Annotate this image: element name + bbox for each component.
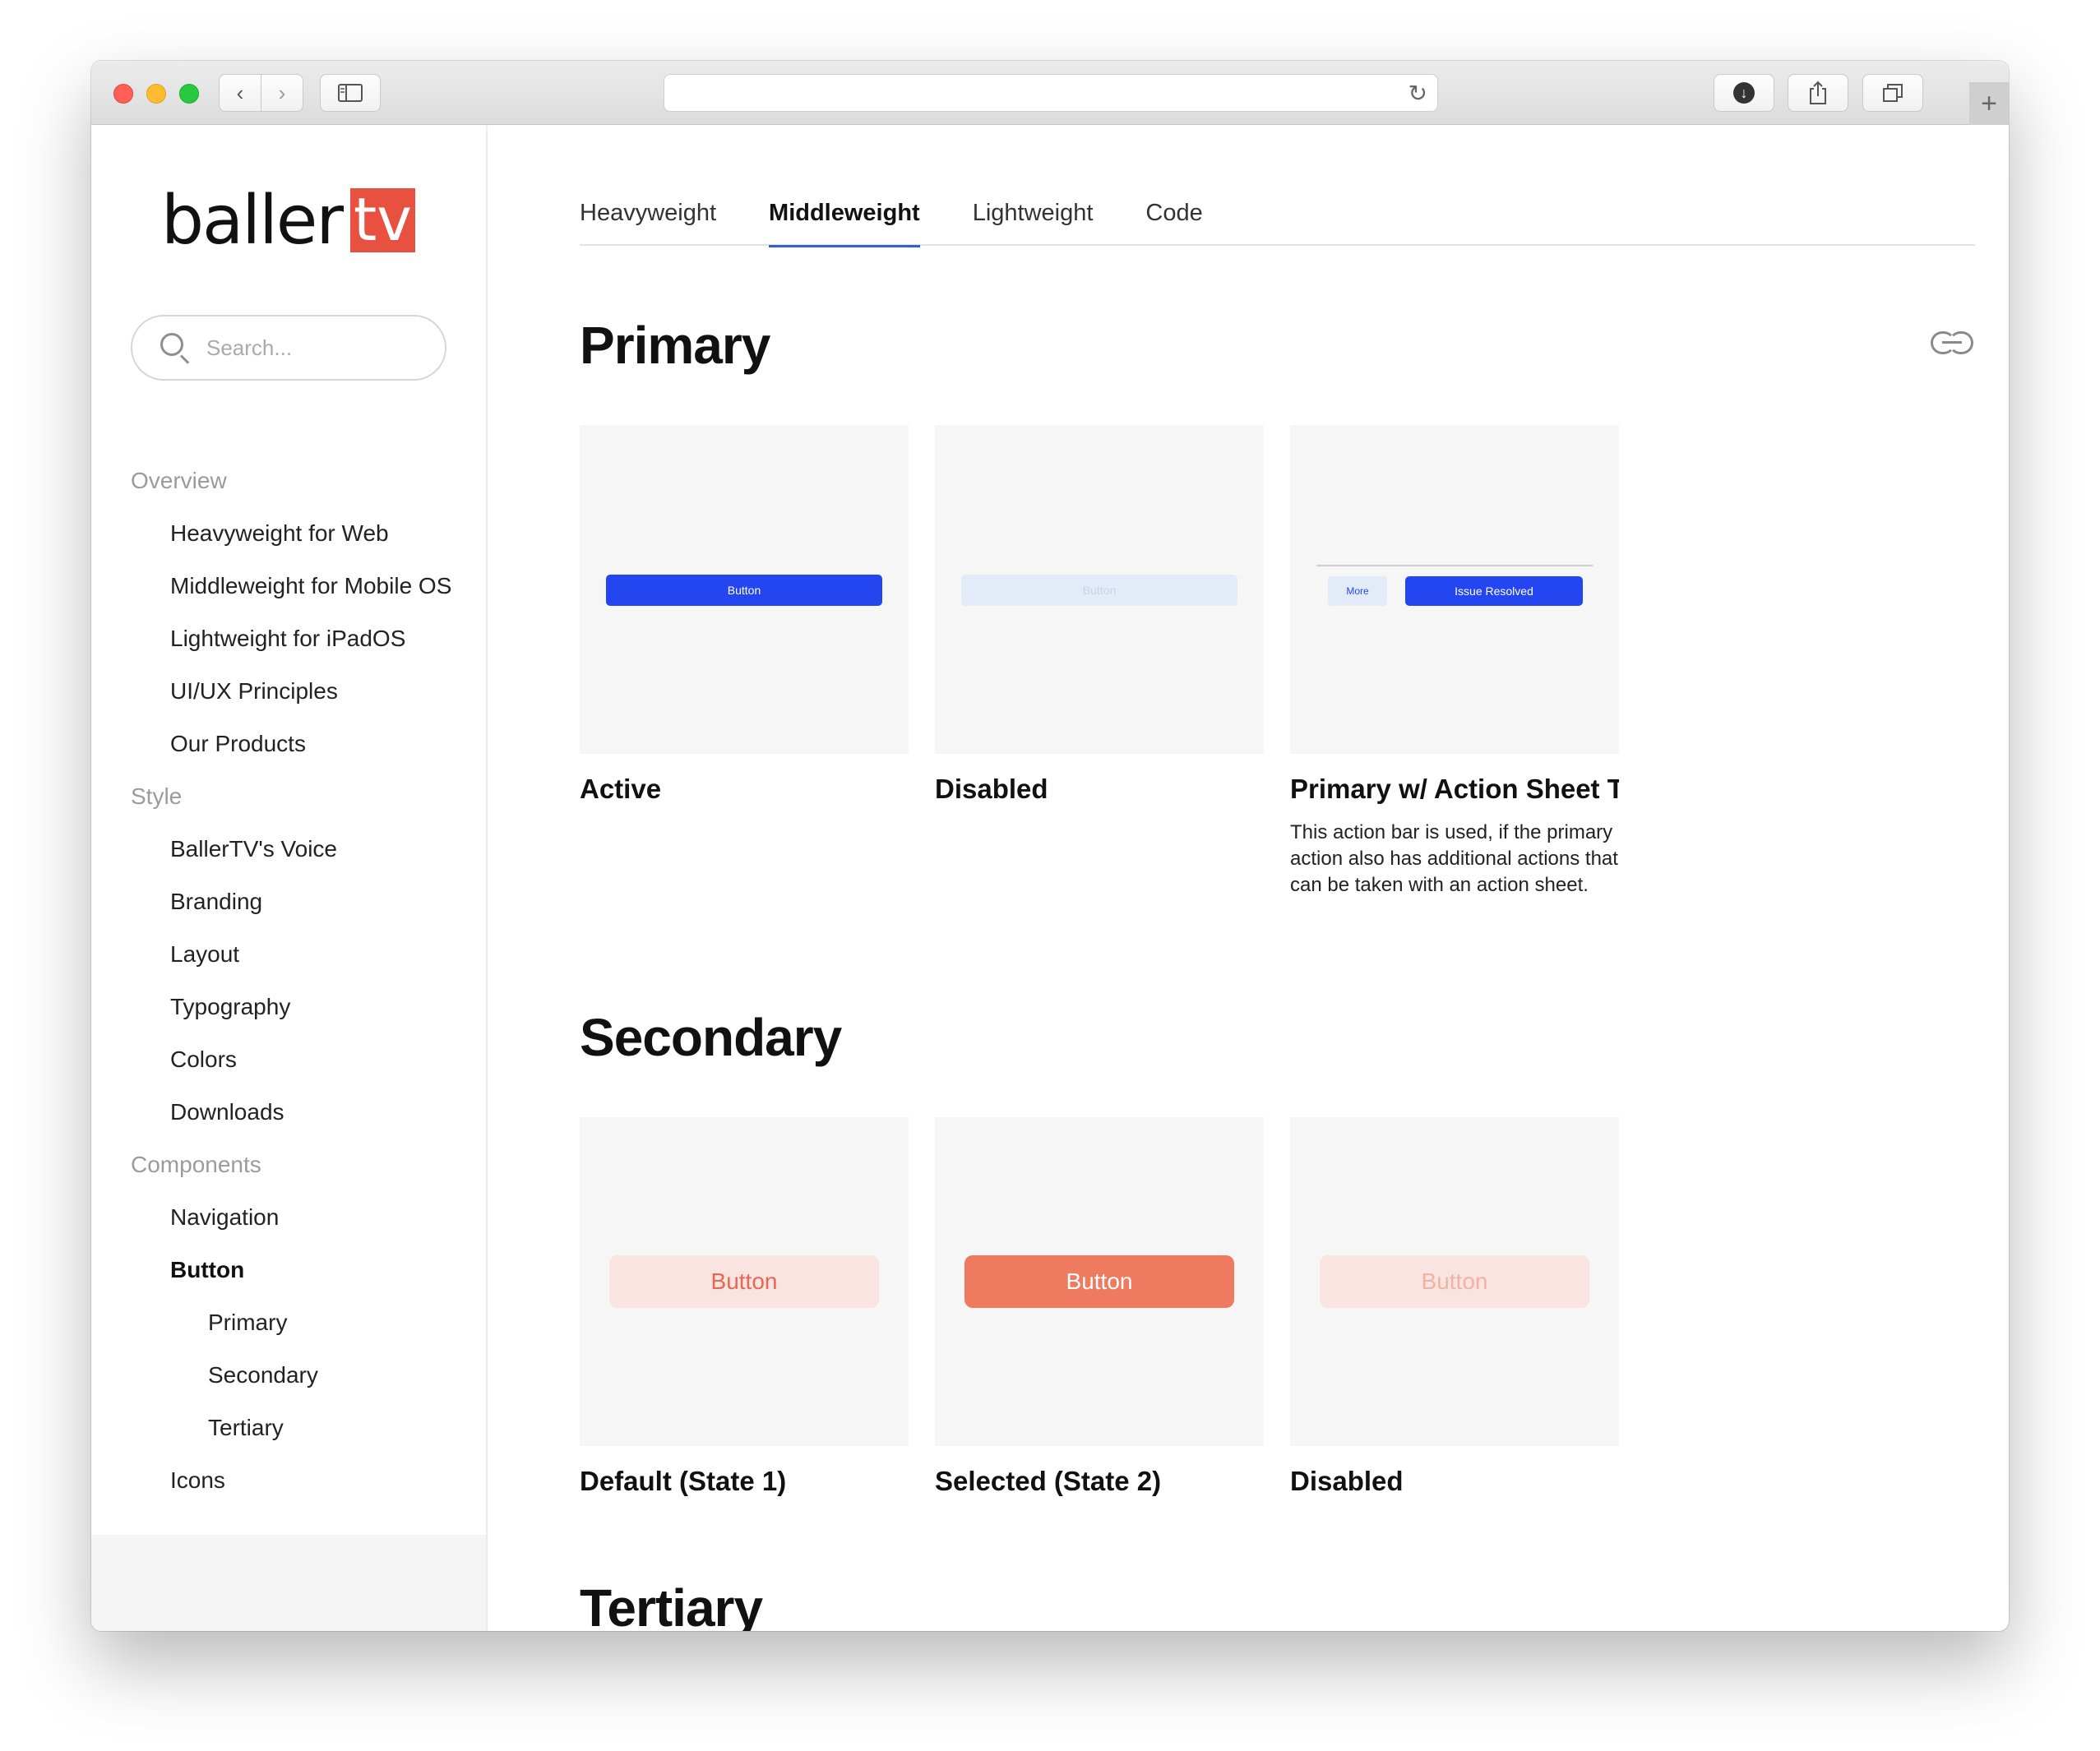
logo-text: baller bbox=[161, 181, 344, 260]
sample-more-button[interactable]: More bbox=[1328, 576, 1387, 606]
back-button[interactable]: ‹ bbox=[219, 74, 261, 112]
divider bbox=[1316, 565, 1593, 566]
card-preview: Button bbox=[935, 1117, 1264, 1446]
tab-code[interactable]: Code bbox=[1145, 188, 1202, 246]
card-label: Active bbox=[580, 774, 662, 804]
logo[interactable]: baller tv bbox=[161, 181, 415, 260]
sample-secondary-disabled-button: Button bbox=[1320, 1255, 1589, 1308]
browser-window: ‹ › ↻ ↓ + baller tv Overview Heavyweight… bbox=[91, 61, 2009, 1631]
nav-item-typography[interactable]: Typography bbox=[131, 981, 476, 1033]
tabs-icon bbox=[1883, 84, 1903, 102]
nav-subitem-secondary[interactable]: Secondary bbox=[131, 1349, 476, 1402]
sample-issue-resolved-button[interactable]: Issue Resolved bbox=[1405, 576, 1583, 606]
nav-item-icons[interactable]: Icons bbox=[131, 1454, 476, 1507]
card-secondary-selected: Button Selected (State 2) bbox=[935, 1117, 1264, 1497]
tab-heavyweight[interactable]: Heavyweight bbox=[580, 188, 716, 246]
section-title-tertiary: Tertiary bbox=[580, 1578, 763, 1631]
minimize-window-button[interactable] bbox=[146, 84, 166, 104]
card-secondary-default: Button Default (State 1) bbox=[580, 1117, 909, 1497]
nav-item-downloads[interactable]: Downloads bbox=[131, 1086, 476, 1139]
tab-middleweight[interactable]: Middleweight bbox=[769, 188, 920, 247]
search-icon bbox=[160, 333, 190, 364]
nav-item-branding[interactable]: Branding bbox=[131, 876, 476, 928]
sample-secondary-button[interactable]: Button bbox=[609, 1255, 879, 1308]
sample-primary-button[interactable]: Button bbox=[606, 575, 882, 606]
card-label: Default (State 1) bbox=[580, 1466, 787, 1496]
nav-item-our-products[interactable]: Our Products bbox=[131, 718, 476, 770]
address-bar[interactable]: ↻ bbox=[664, 74, 1438, 112]
nav-item-heavyweight-web[interactable]: Heavyweight for Web bbox=[131, 507, 476, 560]
card-primary-disabled: Button Disabled bbox=[935, 425, 1264, 805]
chevron-right-icon: › bbox=[278, 80, 286, 105]
sidebar-footer bbox=[91, 1535, 486, 1631]
nav-item-layout[interactable]: Layout bbox=[131, 928, 476, 981]
card-label: Disabled bbox=[935, 774, 1048, 804]
card-label: Primary w/ Action Sheet T bbox=[1290, 774, 1619, 804]
nav-item-navigation[interactable]: Navigation bbox=[131, 1191, 476, 1244]
downloads-button[interactable]: ↓ bbox=[1714, 74, 1774, 112]
card-preview: Button bbox=[580, 425, 909, 754]
new-tab-button[interactable]: + bbox=[1969, 82, 2009, 125]
nav-item-middleweight-mobile[interactable]: Middleweight for Mobile OS bbox=[131, 560, 476, 612]
search-box[interactable] bbox=[131, 315, 446, 381]
nav-section-components[interactable]: Components bbox=[131, 1139, 476, 1191]
reload-icon[interactable]: ↻ bbox=[1408, 80, 1427, 107]
card-label: Disabled bbox=[1290, 1466, 1404, 1496]
card-preview: Button bbox=[1290, 1117, 1619, 1446]
section-title-primary: Primary bbox=[580, 316, 770, 375]
share-icon bbox=[1810, 81, 1826, 104]
nav-item-lightweight-ipados[interactable]: Lightweight for iPadOS bbox=[131, 612, 476, 665]
card-primary-active: Button Active bbox=[580, 425, 909, 805]
nav-item-button[interactable]: Button bbox=[131, 1244, 476, 1296]
plus-icon: + bbox=[1981, 87, 1997, 119]
maximize-window-button[interactable] bbox=[179, 84, 199, 104]
card-preview: Button bbox=[935, 425, 1264, 754]
nav-item-uiux-principles[interactable]: UI/UX Principles bbox=[131, 665, 476, 718]
sample-secondary-selected-button[interactable]: Button bbox=[964, 1255, 1234, 1308]
sample-disabled-button: Button bbox=[961, 575, 1237, 606]
sidebar-icon bbox=[338, 84, 363, 102]
nav-section-style[interactable]: Style bbox=[131, 770, 476, 823]
nav-subitem-tertiary[interactable]: Tertiary bbox=[131, 1402, 476, 1454]
tab-bar: Heavyweight Middleweight Lightweight Cod… bbox=[580, 188, 1975, 247]
sidebar: baller tv Overview Heavyweight for Web M… bbox=[91, 126, 488, 1631]
share-button[interactable] bbox=[1788, 74, 1848, 112]
card-preview: Button bbox=[580, 1117, 909, 1446]
card-secondary-disabled: Button Disabled bbox=[1290, 1117, 1619, 1497]
search-input[interactable] bbox=[206, 335, 420, 361]
section-title-secondary: Secondary bbox=[580, 1008, 842, 1067]
sidebar-nav: Overview Heavyweight for Web Middleweigh… bbox=[131, 455, 476, 1507]
card-preview: More Issue Resolved bbox=[1290, 425, 1619, 754]
nav-item-colors[interactable]: Colors bbox=[131, 1033, 476, 1086]
show-tabs-button[interactable] bbox=[1862, 74, 1923, 112]
download-icon: ↓ bbox=[1733, 82, 1755, 104]
card-primary-action-sheet: More Issue Resolved Primary w/ Action Sh… bbox=[1290, 425, 1619, 899]
nav-section-overview[interactable]: Overview bbox=[131, 455, 476, 507]
main-content: Heavyweight Middleweight Lightweight Cod… bbox=[489, 126, 2009, 1631]
tab-lightweight[interactable]: Lightweight bbox=[973, 188, 1094, 246]
card-description: This action bar is used, if the primary … bbox=[1290, 821, 1618, 896]
browser-toolbar: ‹ › ↻ ↓ + bbox=[91, 61, 2009, 125]
nav-item-voice[interactable]: BallerTV's Voice bbox=[131, 823, 476, 876]
logo-badge: tv bbox=[350, 188, 415, 252]
forward-button[interactable]: › bbox=[261, 74, 303, 112]
chevron-left-icon: ‹ bbox=[236, 80, 244, 105]
card-label: Selected (State 2) bbox=[935, 1466, 1162, 1496]
link-icon[interactable] bbox=[1931, 331, 1973, 356]
sidebar-toggle-button[interactable] bbox=[320, 74, 381, 112]
nav-subitem-primary[interactable]: Primary bbox=[131, 1296, 476, 1349]
close-window-button[interactable] bbox=[113, 84, 133, 104]
